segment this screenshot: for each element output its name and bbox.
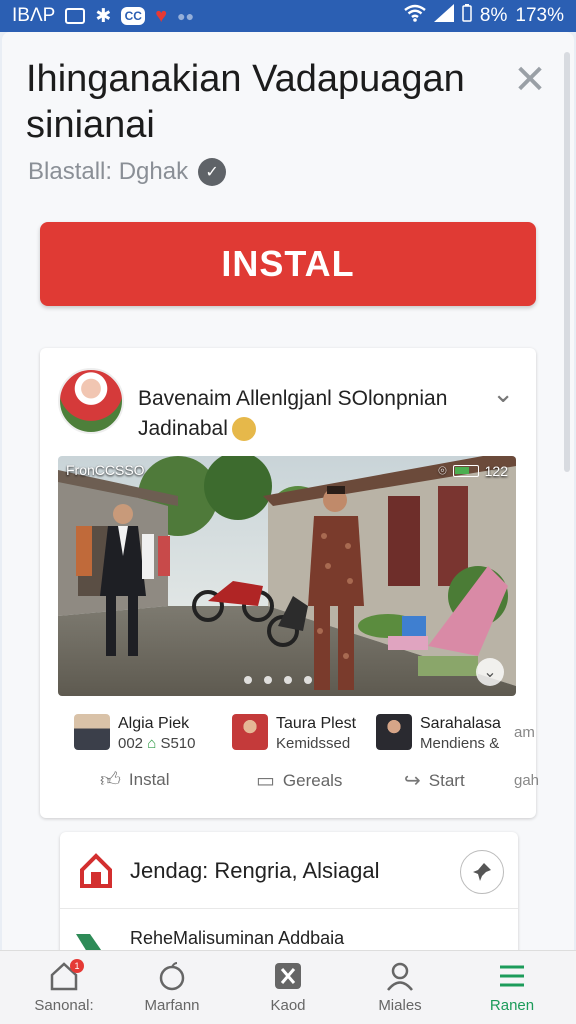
location-pin-icon: ⌾: [438, 462, 447, 478]
photo-battery-icon: [452, 464, 479, 477]
listing-card[interactable]: Jendag: Rengria, Alsiagal RehеMalisumina…: [60, 832, 518, 962]
close-icon[interactable]: ✕: [512, 60, 548, 100]
edge-text: am: [514, 724, 535, 741]
tools-icon: [238, 959, 338, 993]
avatar[interactable]: [58, 368, 124, 434]
action-instal[interactable]: 👍︎ Instal: [100, 768, 170, 792]
chevron-down-icon[interactable]: ⌄: [492, 378, 514, 409]
divider: [60, 908, 518, 909]
app-detail-sheet: Ihinganakian Vadapuagan sinianai ✕ Blast…: [2, 32, 574, 1024]
developer-name: Blastall: Dghak: [28, 158, 189, 185]
heart-icon: ♥: [155, 4, 168, 27]
action-start[interactable]: ↪ Start: [404, 768, 465, 793]
battery-text: 8%: [479, 5, 508, 26]
butterfly-icon: ✱: [95, 5, 112, 27]
person-item[interactable]: Sarahalasa Mendiens &: [376, 714, 501, 754]
menu-icon: [462, 959, 562, 993]
home-icon: 1: [14, 959, 114, 993]
thumbs-up-icon: 👍︎: [100, 769, 121, 791]
cc-icon: CC: [121, 7, 146, 25]
carousel-dot[interactable]: [304, 676, 312, 684]
app-title: Ihinganakian Vadapuagan sinianai: [26, 58, 465, 146]
notification-badge: 1: [70, 959, 84, 973]
nav-item-marfann[interactable]: Marfann: [122, 959, 222, 1014]
scrollbar[interactable]: [564, 52, 570, 472]
action-label: Instal: [128, 770, 170, 789]
carousel-dot[interactable]: [284, 676, 292, 684]
action-label: Start: [428, 770, 465, 790]
wifi-icon: [404, 4, 426, 28]
nav-label: Kaod: [270, 997, 306, 1014]
person-icon: [350, 959, 450, 993]
carousel-dots[interactable]: [244, 676, 312, 684]
gallery-icon: [65, 8, 86, 24]
person-avatar: [376, 714, 412, 750]
person-name: Sarahalasa: [420, 715, 501, 732]
person-avatar: [74, 714, 110, 750]
photo-overlay-status: ⌾ 122: [438, 462, 508, 479]
photo-overlay-label: FronCCSSO: [66, 462, 145, 478]
verified-icon: ✓: [198, 158, 227, 186]
person-suffix: S510: [160, 735, 196, 752]
apple-icon: [122, 959, 222, 993]
person-name: Algia Piek: [118, 715, 190, 732]
edge-text: gah: [514, 772, 540, 789]
nav-label: Marfann: [144, 997, 200, 1014]
nav-item-miales[interactable]: Miales: [350, 959, 450, 1014]
battery-icon: [462, 4, 472, 28]
person-avatar: [232, 714, 268, 750]
person-desc: Kemidssed: [276, 735, 351, 752]
dots-icon: ●●: [177, 8, 195, 24]
person-item[interactable]: Taura Plest Kemidssed: [232, 714, 356, 754]
signal-icon: [433, 4, 454, 28]
post-title: Bavenaim Allenlgjanl SOlonpnian Jadinaba…: [138, 384, 478, 444]
street-photo-illustration: [58, 456, 516, 696]
carousel-dot[interactable]: [244, 676, 252, 684]
person-prefix: 002: [118, 735, 144, 752]
emoji-icon: [231, 417, 256, 442]
expand-chevron-icon[interactable]: ⌄: [476, 658, 504, 686]
photo-overlay-count: 122: [484, 462, 508, 479]
pin-icon[interactable]: [460, 850, 504, 894]
listing-title: Jendag: Rengria, Alsiagal: [130, 858, 380, 883]
status-left-text: IBΛP: [12, 5, 56, 26]
action-label: Gereals: [282, 770, 343, 790]
post-photo[interactable]: FronCCSSO ⌾ 122 ⌄: [58, 456, 516, 696]
action-gereals[interactable]: ▭ Gereals: [256, 768, 342, 793]
person-desc: 002 ⌂ S510: [118, 734, 195, 754]
bottom-navigation: 1 Sanonal: Marfann Kaod Miales Ranen: [0, 950, 576, 1024]
person-item[interactable]: Algia Piek 002 ⌂ S510: [74, 714, 195, 754]
carousel-dot[interactable]: [264, 676, 272, 684]
nav-label: Miales: [378, 997, 422, 1014]
developer-line: Blastall: Dghak ✓: [28, 158, 227, 186]
nav-item-kaod[interactable]: Kaod: [238, 959, 338, 1014]
status-bar: IBΛP ✱ CC ♥ ●● 8% 173%: [0, 0, 576, 32]
listing-subtitle: RehеMalisuminan Addbaia: [130, 928, 345, 948]
nav-label: Ranen: [489, 997, 535, 1014]
status-right-text: 173%: [515, 5, 564, 26]
home-up-icon: ⌂: [147, 735, 157, 752]
share-icon: ↪: [404, 770, 421, 792]
person-name: Taura Plest: [276, 715, 357, 732]
post-title-text: Bavenaim Allenlgjanl SOlonpnian Jadinaba…: [138, 387, 448, 440]
install-button[interactable]: INSTAL: [40, 222, 536, 306]
house-icon: [80, 853, 112, 888]
post-card: Bavenaim Allenlgjanl SOlonpnian Jadinaba…: [40, 348, 536, 818]
nav-label: Sanonal:: [34, 997, 94, 1014]
nav-item-ranen[interactable]: Ranen: [462, 959, 562, 1014]
comment-icon: ▭: [256, 770, 275, 792]
person-desc: Mendiens &: [420, 735, 500, 752]
nav-item-sanonal[interactable]: 1 Sanonal:: [14, 959, 114, 1014]
